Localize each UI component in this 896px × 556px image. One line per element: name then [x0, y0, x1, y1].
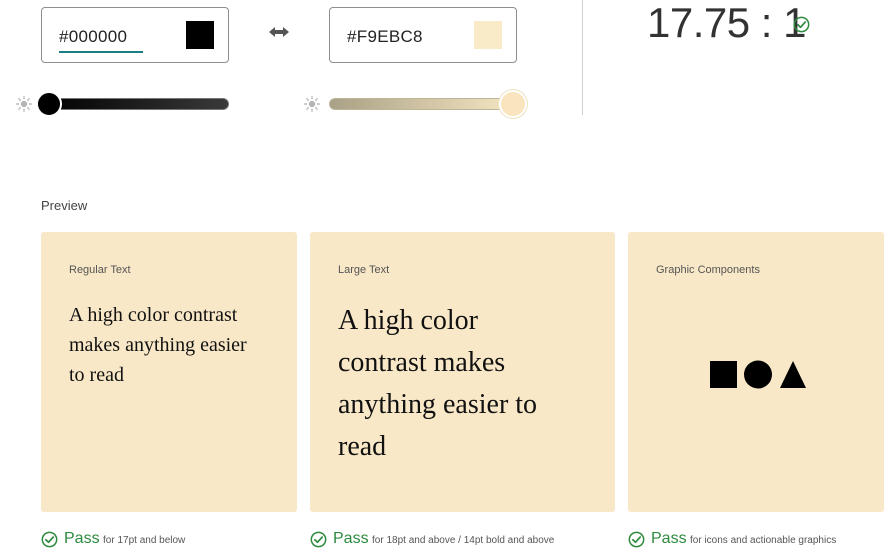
- background-hex-input[interactable]: #F9EBC8: [347, 27, 423, 47]
- background-color-field[interactable]: #F9EBC8: [329, 7, 517, 63]
- foreground-swatch[interactable]: [186, 21, 214, 49]
- check-circle-icon: [793, 16, 810, 33]
- square-icon: [710, 361, 737, 388]
- check-circle-icon: [628, 531, 645, 548]
- foreground-color-field[interactable]: #000000: [41, 7, 229, 63]
- swap-horizontal-icon[interactable]: [269, 25, 289, 39]
- graphic-components-card: Graphic Components: [628, 232, 884, 512]
- large-text-result: Pass for 18pt and above / 14pt bold and …: [310, 529, 610, 551]
- regular-text-card: Regular Text A high color contrast makes…: [41, 232, 297, 512]
- regular-sample-text: A high color contrast makes anything eas…: [69, 304, 247, 386]
- pass-status: Pass: [64, 530, 100, 547]
- background-slider-thumb[interactable]: [499, 90, 527, 118]
- foreground-slider-thumb[interactable]: [36, 91, 62, 117]
- regular-text-result: Pass for 17pt and below: [41, 529, 291, 551]
- brightness-icon: [304, 96, 320, 112]
- large-sample-text: A high color contrast makes anything eas…: [338, 305, 538, 462]
- preview-heading: Preview: [41, 198, 88, 213]
- pass-description: for icons and actionable graphics: [690, 535, 837, 546]
- foreground-brightness-slider[interactable]: [41, 98, 229, 110]
- card-title: Regular Text: [69, 264, 131, 276]
- card-title: Graphic Components: [656, 264, 760, 276]
- card-title: Large Text: [338, 264, 390, 276]
- graphic-shapes: [709, 360, 809, 395]
- check-circle-icon: [41, 531, 58, 548]
- foreground-hex-input[interactable]: #000000: [59, 27, 127, 47]
- pass-status: Pass: [333, 530, 369, 547]
- check-circle-icon: [310, 531, 327, 548]
- graphic-components-result: Pass for icons and actionable graphics: [628, 529, 888, 551]
- pass-description: for 17pt and below: [103, 535, 186, 546]
- triangle-icon: [780, 361, 806, 388]
- background-brightness-slider[interactable]: [329, 98, 517, 110]
- vertical-divider: [582, 0, 583, 115]
- pass-description: for 18pt and above / 14pt bold and above: [372, 535, 555, 546]
- circle-icon: [744, 360, 772, 389]
- brightness-icon: [16, 96, 32, 112]
- input-focus-underline: [59, 51, 143, 53]
- pass-status: Pass: [651, 530, 687, 547]
- background-swatch[interactable]: [474, 21, 502, 49]
- contrast-ratio: 17.75 : 1: [647, 0, 806, 46]
- large-text-card: Large Text A high color contrast makes a…: [310, 232, 615, 512]
